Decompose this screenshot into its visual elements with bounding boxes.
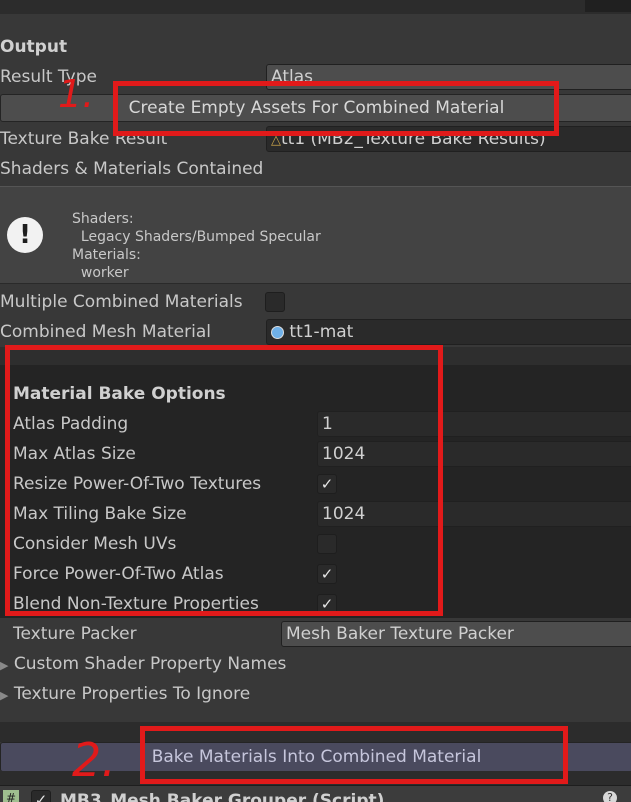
info-line: Legacy Shaders/Bumped Specular [72,229,321,245]
top-strip-end [585,0,631,12]
help-icon[interactable]: ? [603,791,617,802]
info-line: Shaders: [72,211,134,227]
combined-mesh-material-label: Combined Mesh Material [0,322,211,342]
annotation-one-label: 1. [58,72,95,116]
info-box: ! Shaders: Legacy Shaders/Bumped Specula… [0,186,631,284]
annotation-box-bake [140,726,568,784]
component-header: # ✓ MB3_Mesh Baker Grouper (Script) ? [0,785,631,802]
info-line: Materials: [72,247,141,263]
texture-packer-dropdown[interactable]: Mesh Baker Texture Packer [281,621,631,647]
info-icon: ! [7,217,43,253]
combined-mesh-material-field[interactable]: tt1-mat [266,319,631,345]
foldout-arrow-icon: ▶ [0,689,9,702]
combined-mesh-material-value: tt1-mat [289,322,354,342]
component-enabled-checkbox[interactable]: ✓ [31,790,51,802]
custom-shader-props-label: Custom Shader Property Names [13,654,287,674]
output-header: Output [0,37,68,57]
texture-props-ignore-label: Texture Properties To Ignore [13,684,251,704]
foldout-arrow-icon: ▶ [0,659,9,672]
annotation-two-label: 2. [72,733,116,787]
component-title: MB3_Mesh Baker Grouper (Script) [60,791,385,802]
multiple-combined-label: Multiple Combined Materials [0,292,243,312]
annotation-box-create [113,81,559,136]
custom-shader-props-foldout[interactable]: ▶ Custom Shader Property Names [0,653,286,677]
info-line: worker [72,265,129,281]
material-dot-icon [271,325,284,339]
multiple-combined-checkbox[interactable] [265,292,285,312]
annotation-box-bake-options [5,345,443,616]
shaders-materials-label: Shaders & Materials Contained [0,159,264,179]
script-icon: # [3,790,19,802]
texture-packer-label: Texture Packer [13,624,137,644]
top-strip [0,0,631,14]
texture-props-ignore-foldout[interactable]: ▶ Texture Properties To Ignore [0,683,250,707]
